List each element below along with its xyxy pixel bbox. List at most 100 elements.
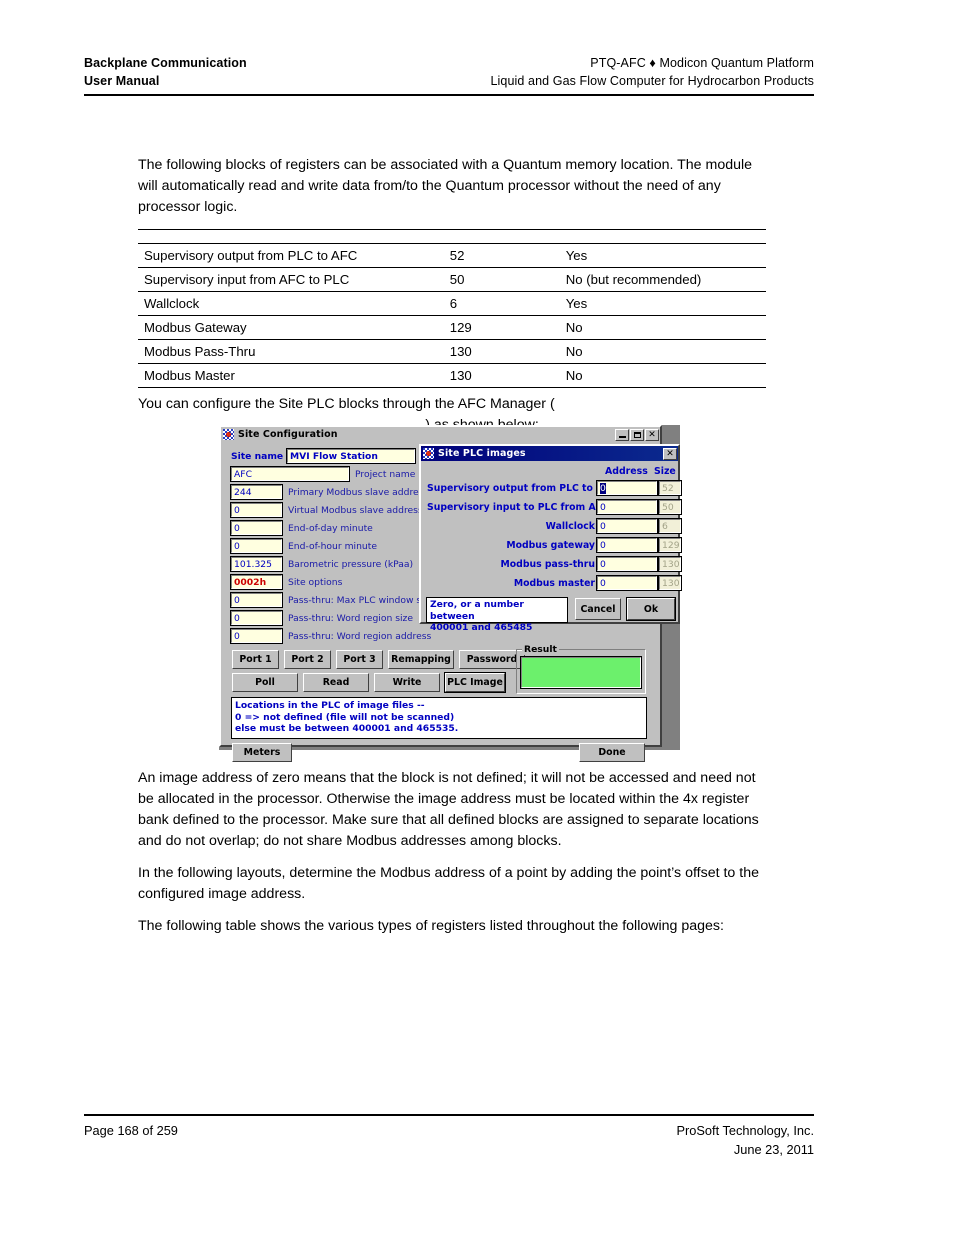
info-line-3: else must be between 400001 and 465535. (235, 723, 459, 734)
wallclock-size-value: 6 (658, 518, 682, 534)
embedded-screenshot: Site Configuration ✕ Site name MVI Flow … (219, 425, 682, 762)
cell-block-name: Supervisory output from PLC to AFC (138, 243, 444, 268)
site-options-input[interactable]: 0002h (230, 574, 283, 590)
primary-modbus-slave-address-label: Primary Modbus slave address (288, 486, 429, 498)
site-config-title: Site Configuration (238, 429, 338, 440)
ok-label: Ok (643, 603, 659, 615)
cell-block-size: 6 (443, 291, 560, 316)
modbus-master-row: Modbus master 0 130 (427, 575, 682, 591)
passthru-word-region-size-label: Pass-thru: Word region size (288, 612, 414, 624)
cancel-label: Cancel (580, 603, 616, 615)
port-2-button[interactable]: Port 2 (284, 650, 331, 669)
modbus-pass-thru-address-input[interactable]: 0 (596, 556, 658, 572)
close-icon[interactable]: ✕ (645, 428, 659, 441)
site-name-input[interactable]: MVI Flow Station (286, 448, 416, 464)
plc-image-button[interactable]: PLC Image (444, 672, 506, 693)
passthru-word-region-address-input[interactable]: 0 (230, 628, 283, 644)
project-name-label: Project name (355, 468, 416, 480)
write-label: Write (392, 677, 422, 688)
end-of-hour-minute-label: End-of-hour minute (288, 540, 377, 552)
site-config-titlebar[interactable]: Site Configuration ✕ (221, 427, 660, 442)
read-button[interactable]: Read (303, 673, 369, 692)
password-label: Password (466, 654, 518, 665)
end-of-day-minute-row: 0 End-of-day minute (230, 520, 373, 536)
after-table-line1: You can configure the Site PLC blocks th… (138, 396, 555, 412)
done-button[interactable]: Done (579, 743, 645, 762)
plc-images-title: Site PLC images (438, 448, 526, 459)
supervisory-input-size-value: 50 (658, 499, 682, 515)
header-right-line1: PTQ-AFC ♦ Modicon Quantum Platform (590, 56, 814, 70)
app-icon (223, 429, 234, 440)
supervisory-output-address-input[interactable]: 0 (596, 480, 658, 496)
cell-block-name: Supervisory input from AFC to PLC (138, 267, 444, 292)
meters-button[interactable]: Meters (232, 743, 292, 762)
info-line-2: 0 => not defined (file will not be scann… (235, 711, 455, 723)
size-column-header: Size (654, 466, 676, 477)
header-cell-required (559, 229, 766, 244)
cell-block-name: Wallclock (138, 291, 444, 316)
cell-block-required: Yes (559, 291, 766, 316)
ok-button[interactable]: Ok (626, 597, 676, 621)
info-line-1: Locations in the PLC of image files -- (235, 700, 425, 711)
end-of-hour-minute-row: 0 End-of-hour minute (230, 538, 377, 554)
port-1-button[interactable]: Port 1 (232, 650, 279, 669)
site-name-label: Site name (231, 450, 284, 462)
modbus-master-label: Modbus master (513, 577, 595, 589)
address-range-hint: Zero, or a number between 400001 and 465… (426, 597, 568, 633)
passthru-word-region-address-row: 0 Pass-thru: Word region address (230, 628, 431, 644)
maximize-icon[interactable] (630, 428, 644, 441)
supervisory-input-address-input[interactable]: 0 (596, 499, 658, 515)
project-name-input[interactable]: AFC (230, 466, 350, 482)
wallclock-label: Wallclock (545, 520, 595, 532)
modbus-pass-thru-row: Modbus pass-thru 0 130 (427, 556, 682, 572)
cell-block-required: No (559, 315, 766, 340)
register-blocks-table: Supervisory output from PLC to AFC 52 Ye… (138, 229, 766, 388)
remapping-button[interactable]: Remapping (388, 650, 454, 669)
document-body: The following blocks of registers can be… (138, 155, 766, 436)
port-2-label: Port 2 (291, 654, 324, 665)
minimize-icon[interactable] (615, 428, 629, 441)
end-of-hour-minute-input[interactable]: 0 (230, 538, 283, 554)
supervisory-output-address-value: 0 (600, 483, 606, 494)
modbus-pass-thru-size-value: 130 (658, 556, 682, 572)
address-column-header: Address (605, 466, 648, 477)
table-header-row (138, 229, 766, 244)
primary-modbus-slave-address-input[interactable]: 244 (230, 484, 283, 500)
barometric-pressure-input[interactable]: 101.325 (230, 556, 283, 572)
footer-company: ProSoft Technology, Inc. June 23, 2011 (676, 1121, 814, 1159)
wallclock-address-input[interactable]: 0 (596, 518, 658, 534)
cell-block-size: 50 (443, 267, 560, 292)
port-3-button[interactable]: Port 3 (336, 650, 383, 669)
site-name-row: Site name MVI Flow Station (231, 448, 416, 464)
table-row: Wallclock 6 Yes (138, 291, 766, 316)
barometric-pressure-row: 101.325 Barometric pressure (kPaa) (230, 556, 413, 572)
supervisory-output-size-value: 52 (658, 480, 682, 496)
supervisory-output-label: Supervisory output from PLC to AFC (427, 482, 617, 494)
cancel-button[interactable]: Cancel (575, 598, 621, 620)
primary-modbus-slave-address-row: 244 Primary Modbus slave address (230, 484, 429, 500)
passthru-word-region-size-input[interactable]: 0 (230, 610, 283, 626)
header-rule (84, 94, 814, 96)
passthru-max-plc-window-size-input[interactable]: 0 (230, 592, 283, 608)
write-button[interactable]: Write (374, 673, 440, 692)
end-of-day-minute-input[interactable]: 0 (230, 520, 283, 536)
header-line-2: User Manual Liquid and Gas Flow Computer… (84, 72, 814, 90)
footer-rule (84, 1114, 814, 1116)
done-label: Done (598, 747, 626, 758)
result-group-label: Result (522, 644, 559, 655)
plc-images-client: Address Size Supervisory output from PLC… (423, 464, 682, 633)
cell-block-size: 52 (443, 243, 560, 268)
hint-line-1: Zero, or a number between (430, 599, 524, 622)
dialog-close-icon[interactable]: ✕ (663, 447, 677, 460)
modbus-gateway-address-input[interactable]: 0 (596, 537, 658, 553)
plc-images-titlebar[interactable]: Site PLC images ✕ (421, 446, 678, 461)
passthru-max-plc-window-size-row: 0 Pass-thru: Max PLC window size (230, 592, 434, 608)
modbus-master-size-value: 130 (658, 575, 682, 591)
result-status-box (520, 656, 642, 689)
virtual-modbus-slave-address-input[interactable]: 0 (230, 502, 283, 518)
cell-block-name: Modbus Master (138, 363, 444, 388)
poll-button[interactable]: Poll (232, 673, 298, 692)
virtual-modbus-slave-address-label: Virtual Modbus slave address (288, 504, 423, 516)
modbus-master-address-input[interactable]: 0 (596, 575, 658, 591)
site-options-label: Site options (288, 576, 343, 588)
